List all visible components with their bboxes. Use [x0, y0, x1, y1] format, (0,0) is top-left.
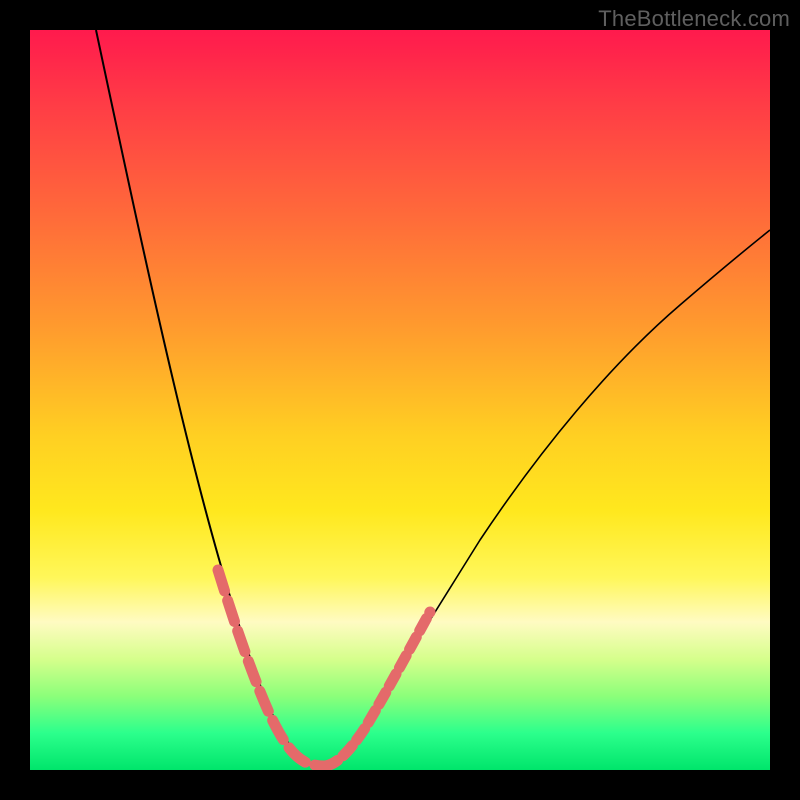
bead-overlay-left — [218, 570, 325, 766]
curve-left-branch — [96, 30, 320, 766]
bead-overlay-right — [325, 612, 430, 766]
watermark-text: TheBottleneck.com — [598, 6, 790, 32]
plot-area — [30, 30, 770, 770]
chart-frame: TheBottleneck.com — [0, 0, 800, 800]
curve-layer — [30, 30, 770, 770]
